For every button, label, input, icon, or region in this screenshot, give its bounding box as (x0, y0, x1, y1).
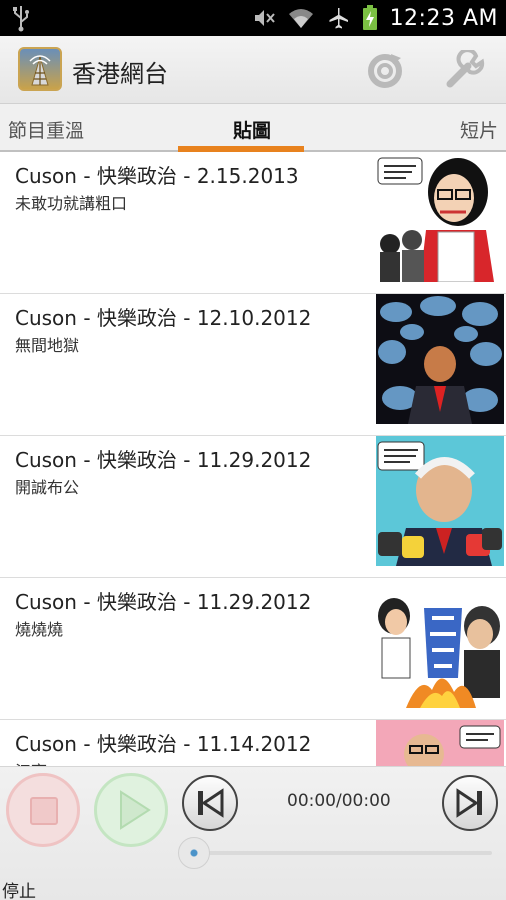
list-item-title: Cuson - 快樂政治 - 2.15.2013 (15, 164, 299, 188)
list-item[interactable]: Cuson - 快樂政治 - 2.15.2013 未敢功就講粗口 (0, 152, 506, 294)
player-status: 停止 (2, 882, 36, 900)
tab-program-replay[interactable]: 節目重溫 (8, 116, 84, 143)
play-icon (120, 790, 151, 830)
audio-player: 00:00/00:00 停止 (0, 766, 506, 900)
list-item-subtitle: 燒燒燒 (15, 620, 64, 639)
play-button[interactable] (94, 773, 168, 847)
wrench-icon[interactable] (444, 50, 488, 90)
list-item-subtitle: 未敢功就講粗口 (15, 194, 128, 213)
list-item[interactable]: Cuson - 快樂政治 - 12.10.2012 無間地獄 (0, 294, 506, 436)
next-button[interactable] (442, 775, 498, 831)
airplane-icon (329, 8, 348, 29)
tab-short-videos[interactable]: 短片 (460, 116, 498, 143)
app-logo-icon (18, 47, 62, 91)
list-item[interactable]: Cuson - 快樂政治 - 11.29.2012 開誠布公 (0, 436, 506, 578)
seek-handle[interactable] (178, 837, 210, 869)
cartoon-thumbnail (376, 294, 504, 424)
cartoon-thumbnail (376, 152, 504, 282)
list-item-subtitle: 無間地獄 (15, 336, 80, 355)
skip-previous-icon (198, 788, 224, 818)
wifi-icon (288, 9, 313, 28)
battery-charging-icon (362, 5, 377, 30)
list-item[interactable]: Cuson - 快樂政治 - 11.14.2012 江亨 (0, 720, 506, 766)
playback-time: 00:00/00:00 (287, 791, 391, 811)
list-item-title: Cuson - 快樂政治 - 11.29.2012 (15, 590, 312, 614)
refresh-icon[interactable] (365, 50, 405, 90)
list-item-title: Cuson - 快樂政治 - 11.14.2012 (15, 732, 312, 756)
tab-bar: 節目重溫 貼圖 短片 (0, 104, 506, 152)
list-item-title: Cuson - 快樂政治 - 12.10.2012 (15, 306, 312, 330)
status-bar: 12:23 AM (0, 0, 506, 36)
seek-bar[interactable] (178, 837, 492, 869)
app-title: 香港網台 (72, 60, 168, 88)
action-bar: 香港網台 (0, 36, 506, 104)
list-item-title: Cuson - 快樂政治 - 11.29.2012 (15, 448, 312, 472)
skip-next-icon (456, 788, 482, 818)
sticker-list[interactable]: Cuson - 快樂政治 - 2.15.2013 未敢功就講粗口 Cuson -… (0, 152, 506, 766)
tab-stickers[interactable]: 貼圖 (233, 116, 271, 143)
cartoon-thumbnail (376, 720, 504, 766)
clock: 12:23 AM (389, 5, 498, 31)
stop-icon (30, 797, 58, 825)
previous-button[interactable] (182, 775, 238, 831)
list-item-subtitle: 江亨 (15, 758, 47, 766)
cartoon-thumbnail (376, 578, 504, 708)
mute-icon (254, 10, 275, 26)
list-item-subtitle: 開誠布公 (15, 478, 80, 497)
list-item[interactable]: Cuson - 快樂政治 - 11.29.2012 燒燒燒 (0, 578, 506, 720)
stop-button[interactable] (6, 773, 80, 847)
usb-icon (13, 6, 29, 32)
cartoon-thumbnail (376, 436, 504, 566)
